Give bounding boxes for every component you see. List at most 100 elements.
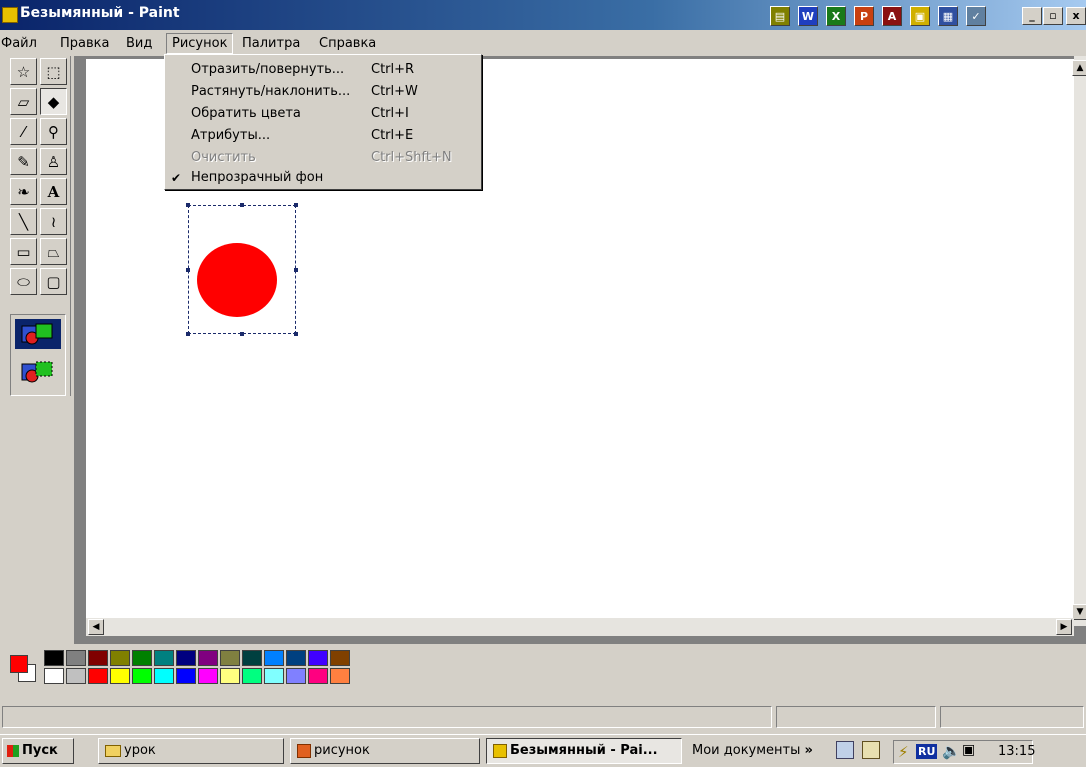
clock[interactable]: 13:15	[998, 744, 1035, 759]
selection-handle[interactable]	[186, 268, 190, 272]
palette-swatch[interactable]	[132, 650, 152, 666]
outlook-icon[interactable]: ▣	[910, 6, 930, 26]
pick-color-icon[interactable]: ⁄	[10, 118, 37, 145]
current-colors[interactable]	[8, 652, 40, 686]
scroll-down-icon[interactable]: ▼	[1072, 604, 1086, 620]
transparent-option-icon[interactable]	[15, 357, 61, 387]
rounded-rectangle-icon[interactable]: ▢	[40, 268, 67, 295]
access-icon[interactable]: A	[882, 6, 902, 26]
palette-swatch[interactable]	[66, 650, 86, 666]
palette-swatch[interactable]	[132, 668, 152, 684]
chevron-more-icon[interactable]: »	[805, 743, 813, 758]
palette-swatch[interactable]	[44, 650, 64, 666]
menu-item-flip-rotate[interactable]: Отразить/повернуть... Ctrl+R	[165, 59, 481, 81]
ellipse-icon[interactable]: ⬭	[10, 268, 37, 295]
palette-swatch[interactable]	[198, 668, 218, 684]
opaque-option-icon[interactable]	[15, 319, 61, 349]
palette-swatch[interactable]	[330, 668, 350, 684]
palette-swatch[interactable]	[176, 650, 196, 666]
quick-launch-my-documents[interactable]: Мои документы »	[692, 739, 813, 765]
text-icon[interactable]: A	[40, 178, 67, 205]
menu-item-opaque-background[interactable]: ✔ Непрозрачный фон	[165, 167, 481, 189]
powerpoint-icon[interactable]: P	[854, 6, 874, 26]
excel-icon[interactable]: X	[826, 6, 846, 26]
palette-swatch[interactable]	[308, 650, 328, 666]
menu-item-invert-colors[interactable]: Обратить цвета Ctrl+I	[165, 103, 481, 125]
fill-icon[interactable]: ◆	[40, 88, 67, 115]
start-button[interactable]: Пуск	[2, 738, 74, 764]
palette-swatch[interactable]	[220, 668, 240, 684]
airbrush-icon[interactable]: ❧	[10, 178, 37, 205]
pencil-icon[interactable]: ✎	[10, 148, 37, 175]
palette-swatch[interactable]	[88, 668, 108, 684]
palette-swatch[interactable]	[286, 668, 306, 684]
power-icon[interactable]: ⚡	[898, 743, 909, 761]
selection-handle[interactable]	[294, 268, 298, 272]
menu-item-stretch-skew[interactable]: Растянуть/наклонить... Ctrl+W	[165, 81, 481, 103]
selection-rectangle[interactable]	[186, 203, 298, 336]
foreground-color-swatch[interactable]	[10, 655, 28, 673]
palette-swatch[interactable]	[330, 650, 350, 666]
selection-handle[interactable]	[240, 332, 244, 336]
menu-help[interactable]: Справка	[314, 34, 381, 53]
scroll-left-icon[interactable]: ◀	[88, 619, 104, 635]
menu-colors[interactable]: Палитра	[237, 34, 305, 53]
language-indicator[interactable]: RU	[916, 744, 938, 759]
palette-swatch[interactable]	[264, 668, 284, 684]
palette-swatch[interactable]	[154, 668, 174, 684]
palette-swatch[interactable]	[308, 668, 328, 684]
network-icon[interactable]: ▣	[962, 742, 975, 758]
volume-icon[interactable]: 🔈	[942, 742, 961, 760]
free-select-icon[interactable]: ☆	[10, 58, 37, 85]
scroll-up-icon[interactable]: ▲	[1072, 60, 1086, 76]
palette-swatch[interactable]	[110, 668, 130, 684]
rectangle-icon[interactable]: ▭	[10, 238, 37, 265]
palette-swatch[interactable]	[286, 650, 306, 666]
line-icon[interactable]: ╲	[10, 208, 37, 235]
selection-handle[interactable]	[294, 203, 298, 207]
office-shortcut-icon[interactable]: ▤	[770, 6, 790, 26]
polygon-icon[interactable]: ⏢	[40, 238, 67, 265]
menu-item-attributes[interactable]: Атрибуты... Ctrl+E	[165, 125, 481, 147]
scroll-right-icon[interactable]: ▶	[1056, 619, 1072, 635]
vertical-scrollbar[interactable]: ▲ ▼	[1072, 56, 1086, 626]
selection-handle[interactable]	[186, 332, 190, 336]
taskbar-button-paint[interactable]: Безымянный - Pai...	[486, 738, 682, 764]
paint-app-icon[interactable]	[2, 7, 18, 23]
minimize-button[interactable]: _	[1022, 7, 1042, 25]
office-chart-icon[interactable]: ✓	[966, 6, 986, 26]
palette-swatch[interactable]	[154, 650, 174, 666]
selection-handle[interactable]	[294, 332, 298, 336]
binder-icon[interactable]: ▦	[938, 6, 958, 26]
menu-image[interactable]: Рисунок	[166, 33, 234, 54]
maximize-button[interactable]: ▫	[1043, 7, 1063, 25]
magnifier-icon[interactable]: ⚲	[40, 118, 67, 145]
menu-edit[interactable]: Правка	[55, 34, 114, 53]
palette-swatch[interactable]	[220, 650, 240, 666]
palette-swatch[interactable]	[264, 650, 284, 666]
explorer-icon[interactable]	[862, 741, 880, 759]
eraser-icon[interactable]: ▱	[10, 88, 37, 115]
palette-swatch[interactable]	[176, 668, 196, 684]
curve-icon[interactable]: ≀	[40, 208, 67, 235]
menu-file[interactable]: Файл	[0, 34, 42, 53]
close-button[interactable]: x	[1066, 7, 1086, 25]
selection-handle[interactable]	[240, 203, 244, 207]
palette-swatch[interactable]	[198, 650, 218, 666]
palette-swatch[interactable]	[66, 668, 86, 684]
palette-swatch[interactable]	[110, 650, 130, 666]
horizontal-scrollbar[interactable]: ◀ ▶	[86, 618, 1074, 636]
brush-icon[interactable]: ♙	[40, 148, 67, 175]
desktop-icon[interactable]	[836, 741, 854, 759]
taskbar-button-picture[interactable]: рисунок	[290, 738, 480, 764]
title-bar[interactable]: Безымянный - Paint ▤ W X P A ▣ ▦ ✓ _ ▫ x	[0, 0, 1086, 30]
palette-swatch[interactable]	[242, 668, 262, 684]
menu-view[interactable]: Вид	[121, 34, 157, 53]
rect-select-icon[interactable]: ⬚	[40, 58, 67, 85]
taskbar-button-lesson[interactable]: урок	[98, 738, 284, 764]
palette-swatch[interactable]	[44, 668, 64, 684]
palette-swatch[interactable]	[88, 650, 108, 666]
palette-swatch[interactable]	[242, 650, 262, 666]
selection-handle[interactable]	[186, 203, 190, 207]
word-icon[interactable]: W	[798, 6, 818, 26]
